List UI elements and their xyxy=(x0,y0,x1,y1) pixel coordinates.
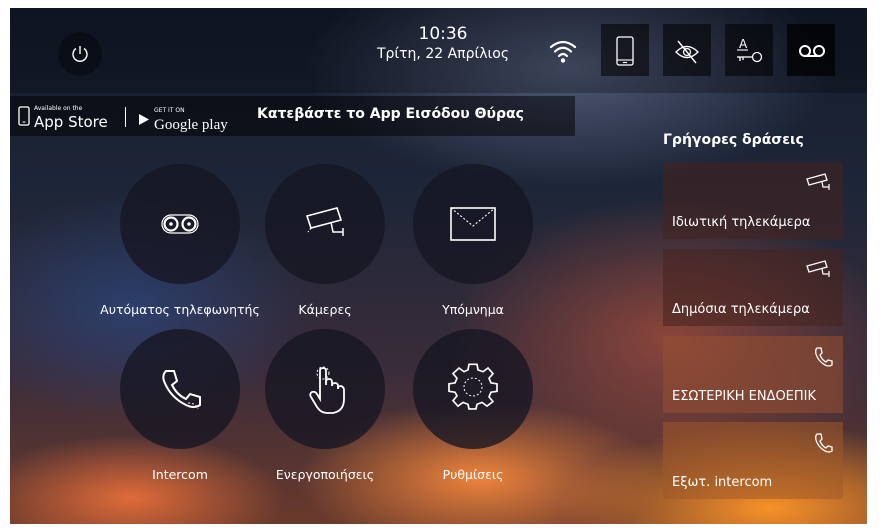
memo-tile[interactable] xyxy=(413,164,533,284)
camera-icon xyxy=(305,207,344,236)
power-button[interactable] xyxy=(58,32,102,76)
quick-action-private-camera[interactable]: Ιδιωτική τηλεκάμερα xyxy=(663,162,843,239)
phone-icon xyxy=(815,347,833,367)
app-store-small: Available on the xyxy=(34,105,83,112)
intercom-tile[interactable] xyxy=(120,329,240,449)
quick-action-public-camera[interactable]: Δημόσια τηλεκάμερα xyxy=(663,249,843,326)
camera-icon xyxy=(806,260,830,277)
door-lock-button[interactable]: A xyxy=(725,24,773,76)
eye-off-icon xyxy=(675,40,699,64)
hand-pointer-icon xyxy=(309,366,345,414)
envelope-icon xyxy=(450,207,496,241)
quick-action-internal-intercom[interactable]: ΕΣΩΤΕΡΙΚΗ ΕΝΔΟΕΠΙΚ xyxy=(663,336,843,413)
google-play-label: Google play xyxy=(154,117,228,133)
smartphone-button[interactable] xyxy=(601,24,649,76)
clock-date: Τρίτη, 22 Απρίλιος xyxy=(376,46,510,62)
play-icon xyxy=(139,114,149,125)
quick-action-label: Δημόσια τηλεκάμερα xyxy=(672,302,810,317)
tile-label-settings: Ρυθμίσεις xyxy=(442,467,504,482)
app-download-banner[interactable]: Available on the App Store GET IT ON Goo… xyxy=(10,96,575,136)
badge-separator xyxy=(125,107,126,127)
key-icon: A xyxy=(737,37,763,63)
phone-icon xyxy=(162,370,201,410)
google-play-badge[interactable]: GET IT ON Google play xyxy=(154,107,228,134)
voicemail-icon xyxy=(799,45,825,57)
smartphone-icon xyxy=(18,106,30,126)
voicemail-button[interactable] xyxy=(787,24,835,76)
app-store-label: App Store xyxy=(34,113,108,131)
app-store-badge[interactable]: Available on the App Store xyxy=(34,105,108,131)
phone-icon xyxy=(815,433,833,453)
tile-label-memo: Υπόμνημα xyxy=(442,302,504,317)
quick-action-external-intercom[interactable]: Εξωτ. intercom xyxy=(663,422,843,499)
quick-action-label: Ιδιωτική τηλεκάμερα xyxy=(672,215,811,230)
top-bar: 10:36 Τρίτη, 22 Απρίλιος A xyxy=(10,8,867,93)
wifi-icon xyxy=(549,40,577,63)
camera-icon xyxy=(806,173,830,190)
voicemail-icon xyxy=(161,214,199,234)
google-play-small: GET IT ON xyxy=(154,107,185,114)
quick-action-label: ΕΣΩΤΕΡΙΚΗ ΕΝΔΟΕΠΙΚ xyxy=(672,389,817,404)
svg-text:A: A xyxy=(739,37,748,51)
main-screen: 10:36 Τρίτη, 22 Απρίλιος A Available on … xyxy=(10,8,867,524)
quick-action-label: Εξωτ. intercom xyxy=(672,475,773,490)
activations-tile[interactable] xyxy=(265,329,385,449)
power-icon xyxy=(72,46,88,62)
voicemail-tile[interactable] xyxy=(120,164,240,284)
smartphone-icon xyxy=(616,36,634,66)
privacy-button[interactable] xyxy=(663,24,711,76)
settings-tile[interactable] xyxy=(413,329,533,449)
quick-actions-title: Γρήγορες δράσεις xyxy=(663,132,804,148)
cameras-tile[interactable] xyxy=(265,164,385,284)
clock-time: 10:36 xyxy=(418,24,468,44)
gear-icon xyxy=(448,363,498,410)
clock: 10:36 Τρίτη, 22 Απρίλιος xyxy=(368,24,518,64)
app-promo-text: Κατεβάστε το App Εισόδου Θύρας xyxy=(257,106,524,122)
